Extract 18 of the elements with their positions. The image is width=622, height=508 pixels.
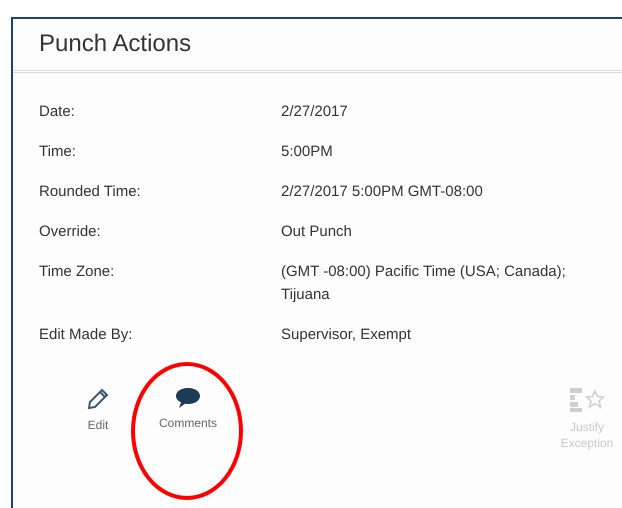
field-label: Time Zone: bbox=[39, 262, 116, 282]
field-label: Rounded Time: bbox=[39, 182, 142, 202]
comments-button[interactable]: Comments bbox=[143, 387, 233, 451]
field-label: Edit Made By: bbox=[39, 325, 134, 345]
field-label: Date: bbox=[39, 102, 76, 122]
pencil-icon bbox=[86, 387, 110, 411]
edit-button[interactable]: Edit bbox=[53, 387, 143, 451]
field-label: Override: bbox=[39, 222, 102, 242]
field-value: 5:00PM bbox=[281, 142, 334, 162]
speech-bubble-icon bbox=[175, 387, 201, 409]
field-value: Out Punch bbox=[281, 222, 353, 242]
field-value: Supervisor, Exempt bbox=[281, 325, 412, 345]
field-label: Time: bbox=[39, 142, 77, 162]
panel-title: Punch Actions bbox=[38, 29, 192, 60]
field-value: (GMT -08:00) Pacific Time (USA; Canada); Tijuana bbox=[281, 262, 567, 305]
list-star-icon bbox=[569, 387, 605, 413]
field-value: 2/27/2017 5:00PM GMT-08:00 bbox=[281, 182, 484, 202]
field-value: 2/27/2017 bbox=[281, 102, 349, 122]
